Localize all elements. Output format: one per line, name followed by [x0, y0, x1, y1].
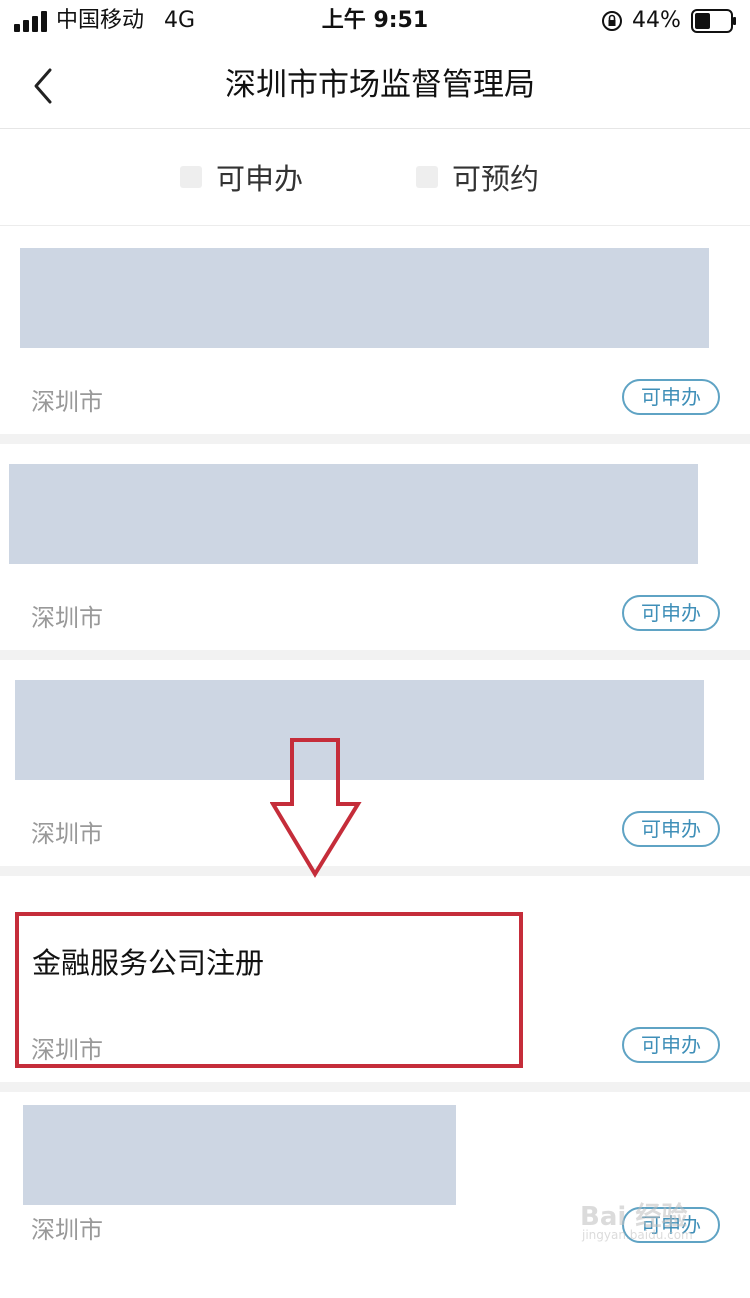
nav-bar: 深圳市市场监督管理局	[0, 44, 750, 129]
service-item[interactable]: 深圳市 可申办	[0, 228, 750, 434]
service-region: 深圳市	[31, 604, 103, 632]
filter-bar: 可申办 可预约	[0, 129, 750, 226]
list-divider	[0, 1082, 750, 1092]
list-divider	[0, 434, 750, 444]
status-bar: 中国移动 4G 上午 9:51 44%	[0, 0, 750, 44]
service-item[interactable]: 深圳市 可申办	[0, 444, 750, 650]
service-region: 深圳市	[31, 820, 103, 848]
service-item[interactable]: 深圳市 可申办	[0, 660, 750, 866]
status-badge: 可申办	[622, 811, 720, 847]
page-title: 深圳市市场监督管理局	[225, 67, 535, 103]
down-arrow-icon	[270, 738, 362, 878]
status-badge: 可申办	[622, 1027, 720, 1063]
status-badge: 可申办	[622, 595, 720, 631]
redacted-title	[23, 1105, 456, 1205]
filter-label: 可预约	[452, 162, 540, 196]
service-region: 深圳市	[31, 388, 103, 416]
battery-percent: 44%	[632, 8, 681, 33]
filter-can-book[interactable]: 可预约	[416, 129, 539, 225]
watermark: Bai 经验 jingyan.baidu.com	[574, 1186, 744, 1250]
list-divider	[0, 866, 750, 876]
filter-label: 可申办	[216, 162, 304, 196]
redacted-title	[9, 464, 698, 564]
service-region: 深圳市	[31, 1216, 103, 1244]
highlight-box	[15, 912, 523, 1068]
filter-checkbox[interactable]	[180, 166, 202, 188]
redacted-title	[20, 248, 709, 348]
list-divider	[0, 650, 750, 660]
battery-icon	[691, 9, 736, 33]
filter-checkbox[interactable]	[416, 166, 438, 188]
orientation-lock-icon	[602, 11, 622, 31]
status-badge: 可申办	[622, 379, 720, 415]
filter-can-apply[interactable]: 可申办	[180, 129, 303, 225]
watermark-subtext: jingyan.baidu.com	[582, 1228, 693, 1242]
